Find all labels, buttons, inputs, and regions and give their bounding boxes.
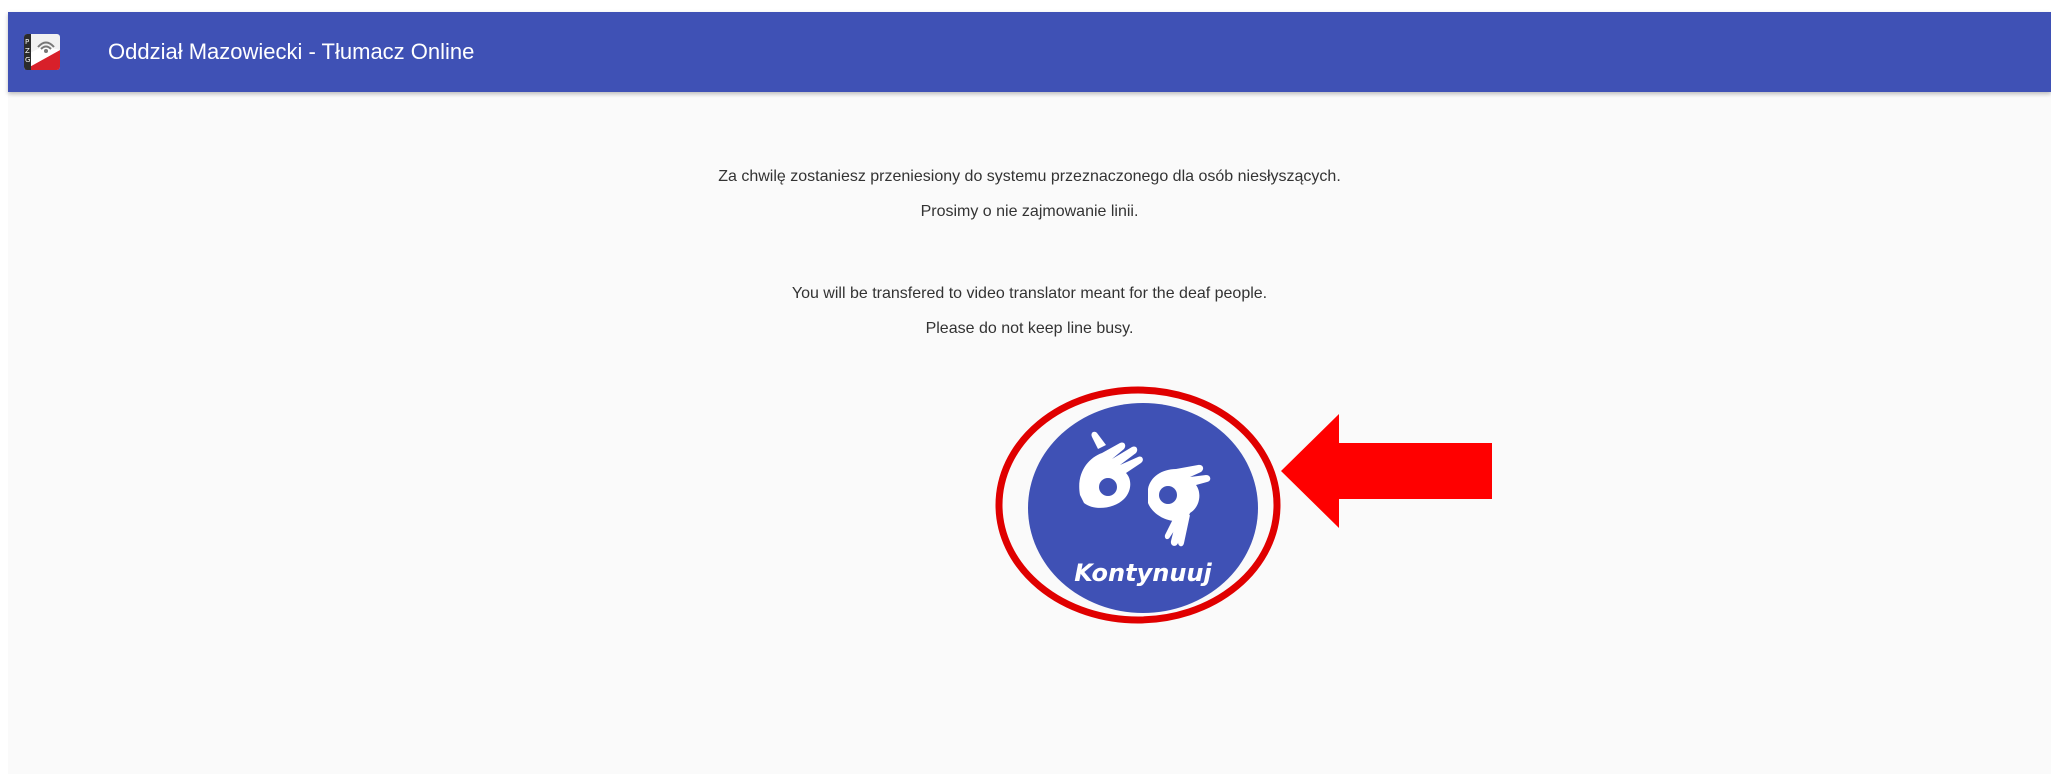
- left-arrow-icon: [1281, 414, 1492, 528]
- polish-message-line-2: Prosimy o nie zajmowanie linii.: [920, 203, 1139, 220]
- svg-text:Z: Z: [25, 47, 30, 55]
- polish-message-line-1: Za chwilę zostaniesz przeniesiony do sys…: [718, 168, 1341, 185]
- svg-text:G: G: [25, 56, 30, 64]
- english-message-line-2: Please do not keep line busy.: [925, 320, 1134, 337]
- continue-area: Kontynuuj: [993, 384, 1283, 626]
- app-bar: P Z G Oddział Mazowiecki - Tłumacz Onlin…: [8, 12, 2051, 92]
- app-title: Oddział Mazowiecki - Tłumacz Online: [108, 39, 475, 64]
- english-message-line-1: You will be transfered to video translat…: [791, 285, 1268, 302]
- continue-button-label: Kontynuuj: [1074, 559, 1212, 587]
- pzg-logo-icon: P Z G: [24, 34, 60, 70]
- continue-button[interactable]: Kontynuuj: [1028, 403, 1258, 613]
- svg-text:P: P: [25, 38, 29, 46]
